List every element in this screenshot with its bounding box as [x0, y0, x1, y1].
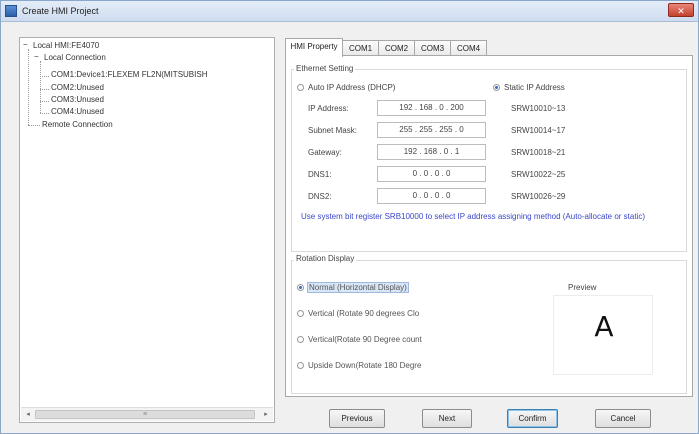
preview-box: A: [553, 295, 653, 375]
rotation-vertical-cw-radio[interactable]: [297, 310, 304, 317]
preview-glyph: A: [594, 310, 614, 343]
tree-connector: [40, 101, 49, 102]
rotation-upside-down-label[interactable]: Upside Down(Rotate 180 Degre: [308, 361, 421, 370]
ip-method-note: Use system bit register SRB10000 to sele…: [301, 212, 646, 221]
title-bar: Create HMI Project ✕: [1, 1, 698, 22]
confirm-button[interactable]: Confirm: [507, 409, 558, 428]
dns2-register: SRW10026~29: [511, 192, 566, 201]
static-ip-label[interactable]: Static IP Address: [504, 83, 565, 92]
ethernet-setting-group: [291, 69, 687, 252]
tree-connector: [40, 89, 49, 90]
rotation-vertical-ccw-label[interactable]: Vertical(Rotate 90 Degree count: [308, 335, 422, 344]
tree-item-remote-connection[interactable]: Remote Connection: [42, 120, 113, 129]
previous-button[interactable]: Previous: [329, 409, 385, 428]
ethernet-setting-title: Ethernet Setting: [294, 64, 356, 73]
rotation-upside-down-radio[interactable]: [297, 362, 304, 369]
dns2-label: DNS2:: [308, 192, 332, 201]
horizontal-scrollbar[interactable]: ◂ ≡ ▸: [21, 407, 273, 421]
tree-connector: [28, 49, 29, 125]
tree-connector: [40, 113, 49, 114]
subnet-mask-label: Subnet Mask:: [308, 126, 357, 135]
preview-label: Preview: [568, 283, 597, 292]
auto-ip-label[interactable]: Auto IP Address (DHCP): [308, 83, 395, 92]
project-tree[interactable]: − Local HMI:FE4070 − Local Connection CO…: [19, 37, 275, 423]
tab-hmi-property[interactable]: HMI Property: [285, 38, 343, 57]
subnet-mask-register: SRW10014~17: [511, 126, 566, 135]
tab-com2[interactable]: COM2: [378, 40, 415, 56]
tab-com1[interactable]: COM1: [342, 40, 379, 56]
tree-item-com4[interactable]: COM4:Unused: [51, 107, 104, 116]
tree-item-local-connection[interactable]: Local Connection: [44, 53, 106, 62]
rotation-vertical-ccw-radio[interactable]: [297, 336, 304, 343]
tree-connector: [28, 125, 40, 126]
auto-ip-radio[interactable]: [297, 84, 304, 91]
static-ip-radio[interactable]: [493, 84, 500, 91]
scroll-right-icon[interactable]: ▸: [260, 409, 272, 420]
dns1-field[interactable]: 0 . 0 . 0 . 0: [377, 166, 486, 182]
scroll-left-icon[interactable]: ◂: [22, 409, 34, 420]
rotation-vertical-cw-label[interactable]: Vertical (Rotate 90 degrees Clo: [308, 309, 419, 318]
gateway-register: SRW10018~21: [511, 148, 566, 157]
tree-item-local-hmi[interactable]: Local HMI:FE4070: [33, 41, 99, 50]
next-button[interactable]: Next: [422, 409, 472, 428]
scroll-thumb[interactable]: ≡: [35, 410, 255, 419]
rotation-normal-label[interactable]: Normal (Horizontal Display): [307, 282, 409, 293]
ip-address-label: IP Address:: [308, 104, 349, 113]
close-button[interactable]: ✕: [668, 3, 694, 17]
rotation-display-title: Rotation Display: [294, 254, 357, 263]
hmi-app-icon: [5, 5, 17, 17]
tree-expander-root[interactable]: −: [23, 40, 28, 49]
subnet-mask-field[interactable]: 255 . 255 . 255 . 0: [377, 122, 486, 138]
gateway-field[interactable]: 192 . 168 . 0 . 1: [377, 144, 486, 160]
tree-item-com3[interactable]: COM3:Unused: [51, 95, 104, 104]
ip-address-register: SRW10010~13: [511, 104, 566, 113]
dns2-field[interactable]: 0 . 0 . 0 . 0: [377, 188, 486, 204]
tab-com3[interactable]: COM3: [414, 40, 451, 56]
close-icon: ✕: [677, 6, 685, 16]
rotation-normal-radio[interactable]: [297, 284, 304, 291]
grip-icon: ≡: [142, 411, 148, 418]
dns1-label: DNS1:: [308, 170, 332, 179]
cancel-button[interactable]: Cancel: [595, 409, 651, 428]
gateway-label: Gateway:: [308, 148, 342, 157]
tree-expander-local[interactable]: −: [34, 52, 39, 61]
tree-connector: [40, 76, 49, 77]
dns1-register: SRW10022~25: [511, 170, 566, 179]
ip-address-field[interactable]: 192 . 168 . 0 . 200: [377, 100, 486, 116]
tree-item-com1[interactable]: COM1:Device1:FLEXEM FL2N(MITSUBISH: [51, 70, 207, 79]
create-hmi-project-window: Create HMI Project ✕ − Local HMI:FE4070 …: [0, 0, 699, 434]
window-title: Create HMI Project: [22, 6, 99, 16]
tree-connector: [40, 61, 41, 113]
tree-item-com2[interactable]: COM2:Unused: [51, 83, 104, 92]
tab-com4[interactable]: COM4: [450, 40, 487, 56]
